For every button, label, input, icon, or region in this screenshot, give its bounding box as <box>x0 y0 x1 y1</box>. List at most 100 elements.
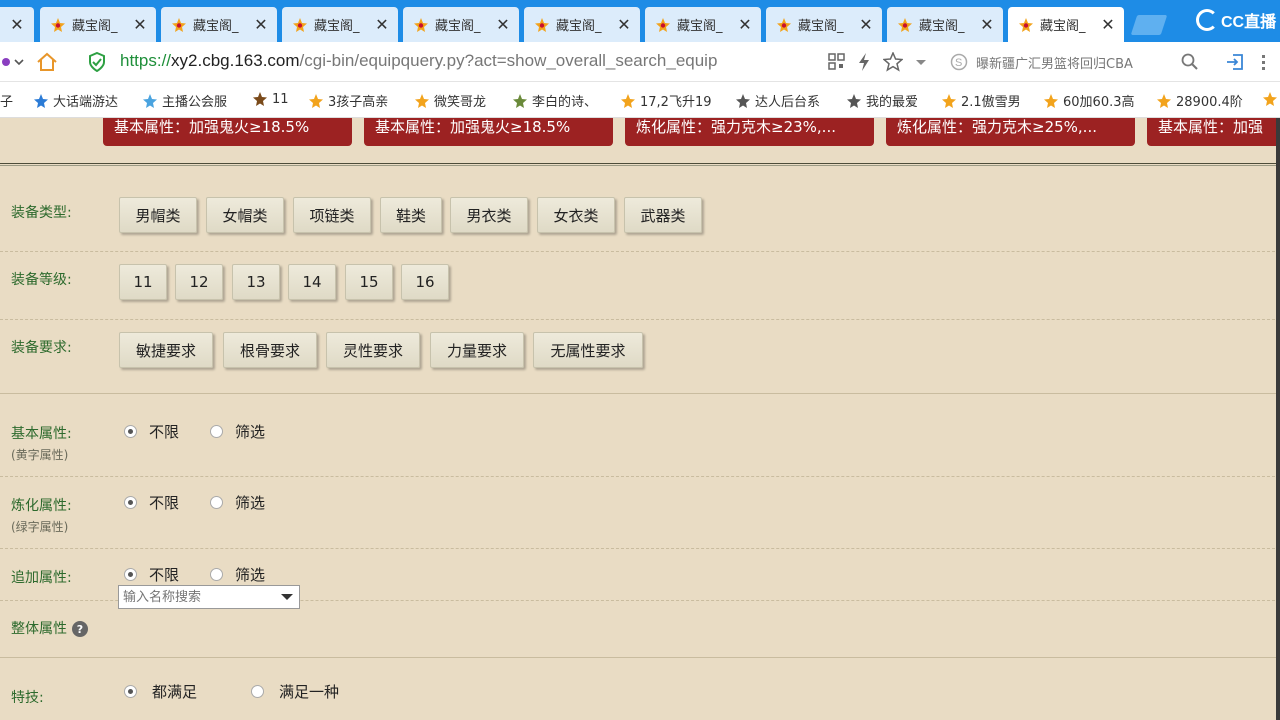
bookmark-item[interactable]: 大话端游达 <box>33 91 118 110</box>
bookmark-item[interactable]: 60加60.3高 <box>1043 91 1135 110</box>
url-host: xy2.cbg.163.com <box>171 51 300 70</box>
bookmark-item[interactable] <box>1262 91 1280 107</box>
equip-req-button[interactable]: 无属性要求 <box>533 332 643 368</box>
help-icon[interactable]: ? <box>72 621 88 637</box>
basic-attr-all-radio[interactable]: 不限 <box>124 421 179 442</box>
equip-req-button[interactable]: 敏捷要求 <box>119 332 213 368</box>
bookmark-item[interactable]: 微笑哥龙 <box>414 91 486 110</box>
bookmark-icon <box>1263 92 1277 106</box>
url-field[interactable]: https://xy2.cbg.163.com/cgi-bin/equipque… <box>120 51 717 71</box>
cbg-favicon-icon <box>535 17 549 32</box>
tab-close-icon[interactable]: ✕ <box>9 15 25 34</box>
refine-attr-all-radio[interactable]: 不限 <box>124 492 179 513</box>
equip-type-button[interactable]: 女帽类 <box>206 197 284 233</box>
radio-unselected-icon <box>210 568 223 581</box>
radio-label: 都满足 <box>152 683 198 701</box>
refine-attr-label: 炼化属性: <box>11 498 72 514</box>
dropdown-caret-icon[interactable] <box>14 52 24 72</box>
bookmark-item[interactable]: 2.1傲雪男 <box>941 91 1021 110</box>
refine-attr-filter-radio[interactable]: 筛选 <box>210 492 265 513</box>
star-icon[interactable] <box>883 52 903 72</box>
browser-tab[interactable]: 藏宝阁_ ✕ <box>645 7 761 42</box>
equip-req-button[interactable]: 力量要求 <box>430 332 524 368</box>
radio-selected-icon <box>124 425 137 438</box>
bookmark-icon <box>1044 93 1058 108</box>
tab-title: 藏宝阁_ <box>314 19 360 34</box>
bookmark-label: 3孩子高亲 <box>328 95 389 110</box>
equip-level-button[interactable]: 16 <box>401 264 449 300</box>
bookmark-item[interactable]: 主播公会服 <box>142 91 227 110</box>
skill-search-combobox[interactable] <box>118 585 300 609</box>
bookmark-item[interactable]: 3孩子高亲 <box>308 91 388 110</box>
bookmark-icon <box>1157 93 1171 108</box>
qr-code-icon[interactable] <box>828 52 846 72</box>
scrollbar[interactable] <box>1276 118 1280 720</box>
bookmark-item[interactable]: 17,2飞升19 <box>620 91 712 110</box>
browser-tab[interactable]: 藏宝阁_ ✕ <box>887 7 1003 42</box>
extra-attr-all-radio[interactable]: 不限 <box>124 564 179 585</box>
browser-tab[interactable]: 藏宝阁_ ✕ <box>524 7 640 42</box>
browser-tab[interactable]: 藏宝阁_ ✕ <box>403 7 519 42</box>
equip-type-button[interactable]: 鞋类 <box>380 197 442 233</box>
bookmark-item[interactable]: 我的最爱 <box>846 91 918 110</box>
search-bar[interactable]: S 曝新疆广汇男篮将回归CBA <box>950 48 1210 76</box>
home-icon[interactable] <box>36 52 58 72</box>
lightning-icon[interactable] <box>856 52 872 72</box>
equip-type-button[interactable]: 男帽类 <box>119 197 197 233</box>
skill-all-radio[interactable]: 都满足 <box>124 681 197 702</box>
tab-close-icon[interactable]: ✕ <box>1100 15 1116 34</box>
equip-level-button[interactable]: 11 <box>119 264 167 300</box>
extra-attr-filter-radio[interactable]: 筛选 <box>210 564 265 585</box>
equip-req-button[interactable]: 根骨要求 <box>223 332 317 368</box>
new-tab-button[interactable] <box>1130 15 1168 35</box>
skill-search-input[interactable] <box>119 586 269 608</box>
browser-tab[interactable]: 藏宝阁_ ✕ <box>161 7 277 42</box>
browser-tab[interactable]: 藏宝阁_ ✕ <box>1008 7 1124 42</box>
equip-level-button[interactable]: 14 <box>288 264 336 300</box>
equip-type-button[interactable]: 武器类 <box>624 197 702 233</box>
browser-tab[interactable]: 藏宝阁_ ✕ <box>40 7 156 42</box>
bookmark-item[interactable]: 李白的诗、 <box>512 91 597 110</box>
tab-close-icon[interactable]: ✕ <box>374 15 390 34</box>
tab-close-icon[interactable]: ✕ <box>616 15 632 34</box>
tab-close-icon[interactable]: ✕ <box>979 15 995 34</box>
tab-close-icon[interactable]: ✕ <box>495 15 511 34</box>
equip-req-button[interactable]: 灵性要求 <box>326 332 420 368</box>
equip-level-button[interactable]: 13 <box>232 264 280 300</box>
tab-close-icon[interactable]: ✕ <box>858 15 874 34</box>
row-divider <box>0 319 1280 320</box>
login-icon[interactable] <box>1225 52 1245 72</box>
equip-type-button[interactable]: 项链类 <box>293 197 371 233</box>
recent-search-chip[interactable]: 基本属性：加强鬼火≥18.5% <box>103 118 352 146</box>
bookmark-icon <box>253 92 267 106</box>
bookmark-item[interactable]: 达人后台系 <box>735 91 820 110</box>
chevron-down-icon[interactable] <box>281 594 293 600</box>
radio-label: 满足一种 <box>279 683 340 701</box>
bookmark-item[interactable]: 11 <box>252 91 289 107</box>
equip-level-button[interactable]: 15 <box>345 264 393 300</box>
skill-any-radio[interactable]: 满足一种 <box>251 681 339 702</box>
tab-title: 藏宝阁_ <box>1040 19 1086 34</box>
bookmark-item[interactable]: 28900.4阶 <box>1156 91 1243 110</box>
equip-type-button[interactable]: 女衣类 <box>537 197 615 233</box>
search-icon[interactable] <box>1181 52 1199 72</box>
browser-tab[interactable]: 藏宝阁_ ✕ <box>282 7 398 42</box>
bookmark-icon <box>621 93 635 108</box>
recent-search-chip[interactable]: 炼化属性：强力克木≥25%,... <box>886 118 1135 146</box>
recent-search-chip[interactable]: 基本属性：加强鬼火≥18.5% <box>364 118 613 146</box>
equip-level-button[interactable]: 12 <box>175 264 223 300</box>
recent-search-chip[interactable]: 基本属性：加强 <box>1147 118 1280 146</box>
secure-shield-icon[interactable] <box>88 52 106 72</box>
browser-tab[interactable]: 藏宝阁_ ✕ <box>766 7 882 42</box>
tab-close-icon[interactable]: ✕ <box>132 15 148 34</box>
bookmark-item[interactable]: 子 <box>0 91 13 110</box>
bookmark-label: 60加60.3高 <box>1063 95 1135 110</box>
chevron-down-icon[interactable] <box>915 52 927 72</box>
tab-close-icon[interactable]: ✕ <box>737 15 753 34</box>
equip-type-button[interactable]: 男衣类 <box>450 197 528 233</box>
recent-search-chip[interactable]: 炼化属性：强力克木≥23%,... <box>625 118 874 146</box>
more-menu-icon[interactable] <box>1260 52 1278 72</box>
tab-partial[interactable]: ✕ <box>0 7 34 42</box>
basic-attr-filter-radio[interactable]: 筛选 <box>210 421 265 442</box>
tab-close-icon[interactable]: ✕ <box>253 15 269 34</box>
